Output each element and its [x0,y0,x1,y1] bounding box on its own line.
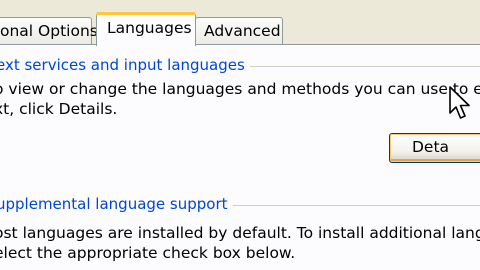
arrow-cursor-icon [449,86,470,119]
details-button[interactable]: Deta [389,133,480,163]
text-services-description-line-2: xt, click Details. [0,100,118,118]
tab-regional-options[interactable]: onal Options [0,17,98,44]
supplemental-group-title: upplemental language support [0,195,233,213]
regional-language-options-dialog: onal Options Advanced Languages ext serv… [0,0,480,270]
supplemental-description-line-1: ost languages are installed by default. … [0,224,480,242]
tab-regional-options-label: onal Options [0,22,98,40]
tab-active-highlight [96,12,196,15]
tab-advanced[interactable]: Advanced [195,17,283,44]
tab-languages-label: Languages [107,19,192,37]
languages-tab-page: ext services and input languages o view … [0,44,480,270]
details-button-label: Deta [412,138,450,156]
supplemental-description-line-2: elect the appropriate check box below. [0,244,296,262]
text-services-group-title: ext services and input languages [0,56,250,74]
tab-languages[interactable]: Languages [96,12,196,46]
tab-advanced-label: Advanced [204,22,281,40]
text-services-description-line-1: o view or change the languages and metho… [0,80,480,98]
